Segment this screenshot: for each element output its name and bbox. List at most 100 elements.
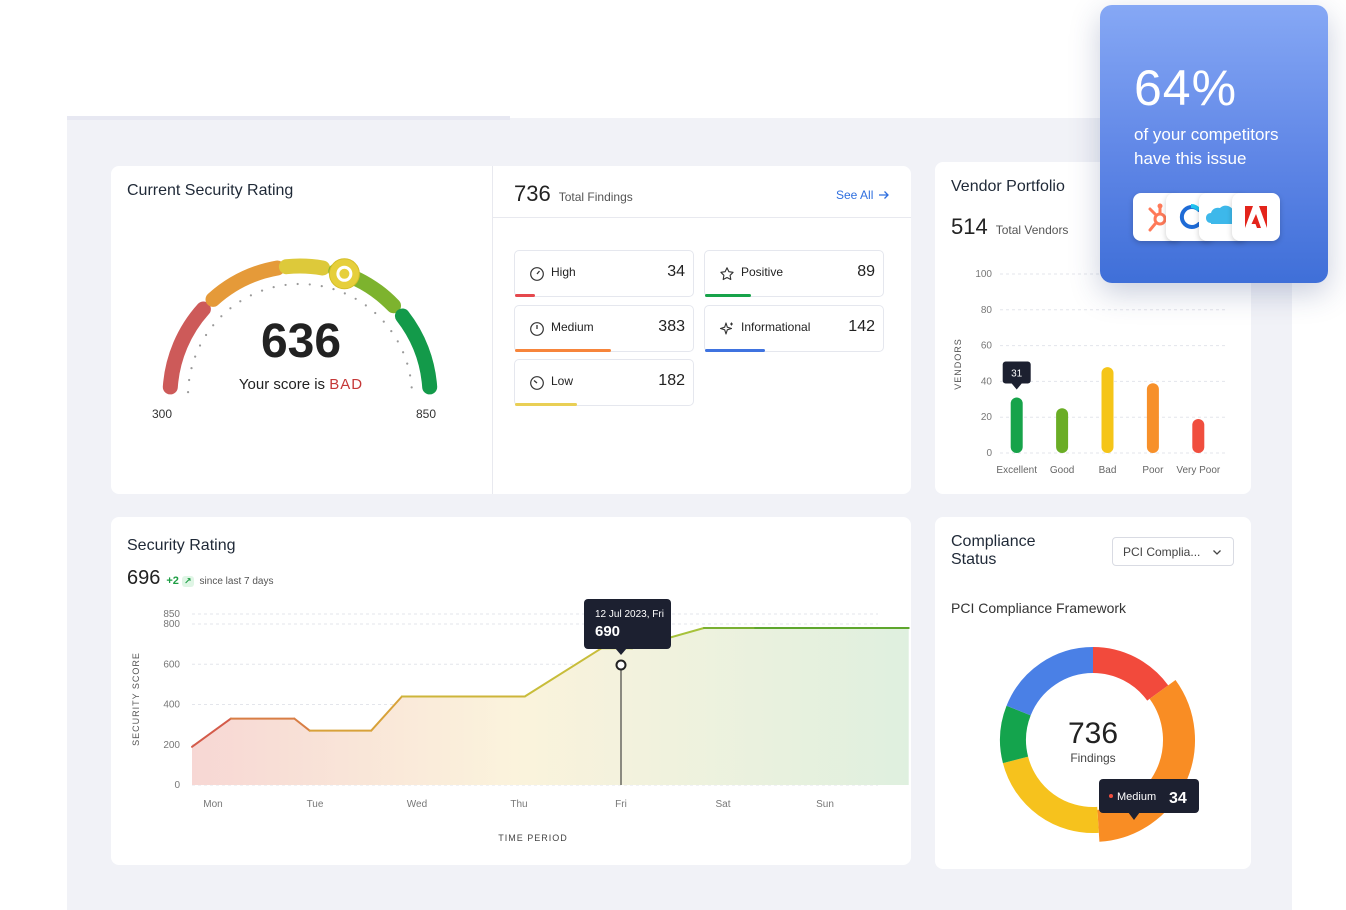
score-status-badge: BAD xyxy=(329,376,364,393)
gauge-tick xyxy=(320,285,323,288)
finding-medium[interactable]: Medium 383 xyxy=(514,305,694,352)
gauge-tick xyxy=(332,288,335,291)
gauge-segment xyxy=(205,260,285,307)
gauge-tick xyxy=(343,292,346,295)
total-findings-label: Total Findings xyxy=(558,190,633,204)
vendor-bar xyxy=(1056,408,1069,453)
vendor-x-label: Very Poor xyxy=(1176,465,1221,476)
compliance-donut-chart: 736Findings Medium 34 xyxy=(1000,647,1199,842)
finding-severity-bar xyxy=(515,403,577,406)
security-rating-card: Current Security Rating 636 Your score i… xyxy=(111,166,911,494)
gauge-indicator-dot xyxy=(339,268,350,279)
donut-segment xyxy=(1092,647,1169,702)
chart-y-tick: 200 xyxy=(163,740,180,751)
chart-y-tick: 0 xyxy=(174,780,180,791)
compliance-status-card: Compliance Status PCI Complia... PCI Com… xyxy=(935,517,1251,869)
finding-informational[interactable]: Informational 142 xyxy=(704,305,884,352)
gauge-icon xyxy=(530,322,544,336)
gauge-tick xyxy=(249,294,253,297)
vendor-bar xyxy=(1192,418,1205,453)
security-rating-line-chart: 0 200 400 600 800850 SECURITY SCORE TIME PERIO… xyxy=(131,599,910,843)
sparkle-icon xyxy=(719,322,733,335)
donut-center-label: Findings xyxy=(1070,751,1115,765)
finding-value: 89 xyxy=(857,263,875,280)
see-all-link[interactable]: See All xyxy=(836,188,890,202)
arrow-right-icon xyxy=(879,191,890,199)
chart-x-tick: Tue xyxy=(307,799,324,810)
chart-x-tick: Wed xyxy=(407,799,427,810)
finding-severity-bar xyxy=(705,349,765,352)
chart-x-tick: Sat xyxy=(715,799,730,810)
chart-x-tick: Sun xyxy=(816,799,834,810)
chart-x-tick: Fri xyxy=(615,799,627,810)
chart-focus-point xyxy=(615,659,627,671)
security-score-value: 636 xyxy=(260,315,342,368)
vendor-bar xyxy=(1101,367,1114,453)
competitor-percent: 64% xyxy=(1134,60,1238,116)
card-divider xyxy=(492,166,493,494)
finding-label: High xyxy=(551,265,576,279)
vendor-x-label: Excellent xyxy=(996,465,1037,476)
donut-tooltip-value: 34 xyxy=(1169,790,1187,807)
finding-label: Positive xyxy=(741,265,784,279)
donut-center-value: 736 xyxy=(1068,717,1118,750)
chart-x-axis-label: TIME PERIOD xyxy=(498,833,568,843)
donut-tooltip-dot xyxy=(1109,794,1113,798)
total-findings-value: 736 xyxy=(514,181,551,206)
finding-label: Informational xyxy=(741,320,811,334)
adobe-logo-icon xyxy=(1232,193,1280,241)
vendor-bar xyxy=(1010,397,1023,453)
gauge-max-label: 850 xyxy=(416,407,437,421)
gauge-tick xyxy=(308,283,311,286)
vendor-y-axis-label: VENDORS xyxy=(953,338,963,390)
chart-y-tick: 850 xyxy=(163,609,180,620)
vendor-bar xyxy=(1146,383,1159,453)
vendor-y-tick: 60 xyxy=(981,341,993,352)
security-score-caption: Your score is BAD xyxy=(111,376,491,393)
finding-low[interactable]: Low 182 xyxy=(514,359,694,406)
finding-label: Medium xyxy=(551,320,594,334)
gauge-tick xyxy=(284,283,287,287)
donut-tooltip-label: Medium xyxy=(1117,791,1156,803)
finding-severity-bar xyxy=(515,294,535,297)
gauge-tick xyxy=(296,282,299,286)
finding-positive[interactable]: Positive 89 xyxy=(704,250,884,297)
finding-value: 383 xyxy=(658,318,685,335)
gauge-tick xyxy=(364,304,367,307)
chart-y-axis-label: SECURITY SCORE xyxy=(131,652,141,746)
chart-y-tick: 400 xyxy=(163,700,180,711)
score-caption-prefix: Your score is xyxy=(238,376,326,393)
chart-tooltip-value: 690 xyxy=(595,623,620,640)
chart-x-tick: Mon xyxy=(203,799,222,810)
vendor-y-tick: 20 xyxy=(981,412,993,423)
vendor-tooltip-value: 31 xyxy=(1011,369,1023,380)
donut-segment xyxy=(1002,756,1099,833)
findings-header: 736 Total Findings xyxy=(514,181,633,207)
finding-value: 34 xyxy=(667,263,685,280)
gauge-icon xyxy=(530,376,544,390)
chart-tooltip-date: 12 Jul 2023, Fri xyxy=(595,609,664,620)
gauge-segment xyxy=(278,258,331,276)
finding-value: 142 xyxy=(848,318,875,335)
competitor-insight-card: 64% of your competitors have this issue xyxy=(1100,5,1328,283)
gauge-tick xyxy=(272,286,275,289)
findings-header-divider xyxy=(493,217,911,218)
donut-segment xyxy=(1006,647,1094,716)
see-all-label: See All xyxy=(836,188,874,202)
competitor-text: of your competitors have this issue xyxy=(1134,125,1279,168)
vendor-x-label: Good xyxy=(1050,465,1074,476)
gauge-tick xyxy=(354,297,357,300)
background-divider xyxy=(67,116,510,120)
vendor-x-label: Bad xyxy=(1099,465,1117,476)
finding-high[interactable]: High 34 xyxy=(514,250,694,297)
security-rating-chart-card: Security Rating 696 +2 ↗ since last 7 da… xyxy=(111,517,911,865)
chart-x-tick: Thu xyxy=(510,799,527,810)
vendor-y-tick: 0 xyxy=(986,448,992,459)
finding-severity-bar xyxy=(705,294,751,297)
chart-y-tick: 600 xyxy=(163,659,180,670)
finding-severity-bar xyxy=(515,349,611,352)
finding-label: Low xyxy=(551,374,574,388)
vendor-x-label: Poor xyxy=(1142,465,1164,476)
vendor-y-tick: 80 xyxy=(981,305,993,316)
vendor-y-tick: 40 xyxy=(981,376,993,387)
